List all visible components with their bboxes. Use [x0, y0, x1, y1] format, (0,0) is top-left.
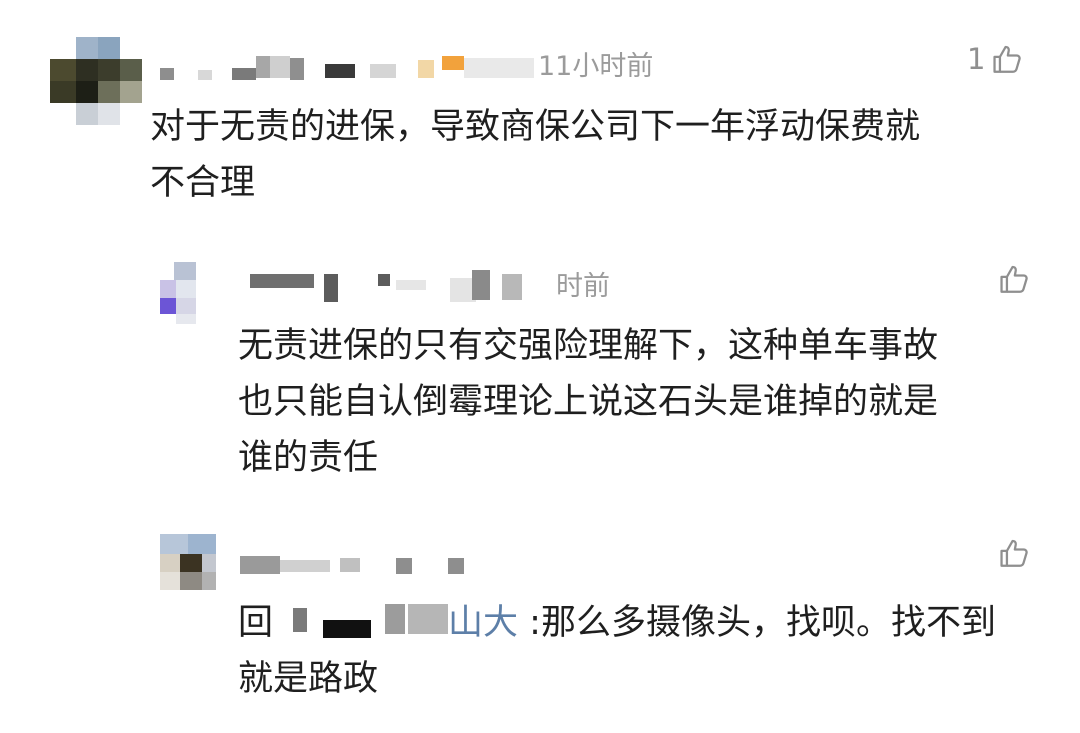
comment-text-line: 谁的责任: [238, 438, 379, 478]
comment-text-line: 无责进保的只有交强险理解下，这种单车事故: [238, 326, 939, 366]
avatar[interactable]: [50, 37, 145, 127]
timestamp: 11小时前: [538, 51, 654, 82]
reply-target-redacted[interactable]: [273, 600, 408, 640]
thumbs-up-icon: [991, 42, 1025, 76]
username-redacted[interactable]: [160, 50, 540, 80]
reply-text-line: 回 山大 :那么多摄像头，找呗。找不到: [238, 595, 996, 651]
thumbs-up-icon: [998, 536, 1032, 570]
like-count: 1: [967, 42, 986, 76]
like-button[interactable]: [998, 262, 1032, 296]
reply-text: :那么多摄像头，找呗。找不到: [518, 603, 996, 643]
reply-text-line: 就是路政: [238, 659, 379, 699]
thumbs-up-icon: [998, 262, 1032, 296]
like-button[interactable]: [998, 536, 1032, 570]
comment-text-line: 对于无责的进保，导致商保公司下一年浮动保费就: [150, 107, 921, 147]
reply-target-blur[interactable]: [408, 600, 449, 640]
reply-target-name[interactable]: 山大: [448, 603, 518, 643]
timestamp: 时前: [556, 271, 610, 302]
username-redacted[interactable]: [240, 268, 560, 304]
avatar[interactable]: [160, 262, 210, 324]
reply-prefix: 回: [238, 603, 274, 643]
avatar[interactable]: [160, 534, 216, 590]
like-button[interactable]: 1: [967, 42, 1025, 76]
comment-text-line: 不合理: [150, 163, 256, 203]
comment-text-line: 也只能自认倒霉理论上说这石头是谁掉的就是: [238, 382, 939, 422]
username-redacted[interactable]: [240, 550, 480, 578]
